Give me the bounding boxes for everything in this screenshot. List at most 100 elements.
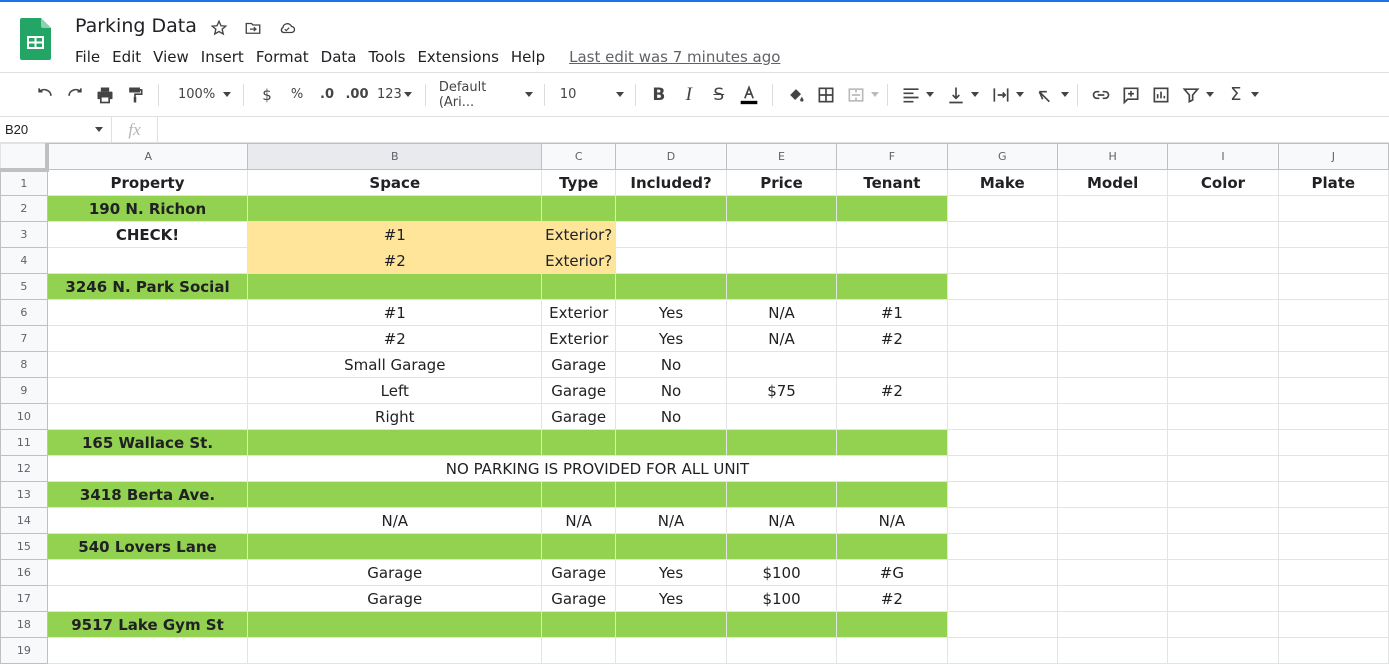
cell-property[interactable] — [46, 325, 249, 352]
cell-property[interactable]: 9517 Lake Gym St — [46, 611, 249, 638]
row-header[interactable]: 16 — [0, 559, 48, 586]
sheets-logo[interactable] — [20, 18, 51, 60]
insert-comment-icon[interactable] — [1117, 81, 1145, 109]
cell-tenant[interactable] — [836, 429, 948, 456]
cell-included[interactable]: No — [615, 377, 727, 404]
menu-format[interactable]: Format — [250, 48, 315, 66]
cloud-status-icon[interactable] — [276, 17, 298, 39]
row-header[interactable]: 12 — [0, 455, 48, 482]
row-header[interactable]: 5 — [0, 273, 48, 300]
column-header-e[interactable]: E — [725, 143, 838, 170]
cell-type[interactable]: Garage — [541, 585, 617, 612]
cell[interactable] — [1277, 221, 1389, 248]
cell-property[interactable]: CHECK! — [46, 221, 249, 248]
insert-link-icon[interactable] — [1087, 81, 1115, 109]
text-wrapping-icon[interactable] — [987, 81, 1015, 109]
borders-icon[interactable] — [812, 81, 840, 109]
header-cell[interactable]: Make — [946, 169, 1058, 196]
cell-space[interactable]: Left — [247, 377, 543, 404]
fill-color-icon[interactable] — [782, 81, 810, 109]
cell[interactable] — [946, 221, 1058, 248]
column-header-j[interactable]: J — [1277, 143, 1389, 170]
cell-space[interactable]: #2 — [247, 247, 543, 274]
cell[interactable] — [1277, 585, 1389, 612]
cell-space[interactable] — [247, 533, 543, 560]
cell[interactable] — [1056, 559, 1169, 586]
column-header-c[interactable]: C — [541, 143, 617, 170]
vertical-align-icon[interactable] — [942, 81, 970, 109]
cell[interactable] — [1056, 221, 1169, 248]
cell-tenant[interactable]: N/A — [836, 507, 948, 534]
cell[interactable] — [1167, 585, 1279, 612]
row-header[interactable]: 19 — [0, 637, 48, 664]
row-header[interactable]: 3 — [0, 221, 48, 248]
cell[interactable] — [1167, 377, 1279, 404]
cell-property[interactable]: 3246 N. Park Social — [46, 273, 249, 300]
cell-included[interactable]: Yes — [615, 299, 727, 326]
header-cell[interactable]: Plate — [1277, 169, 1389, 196]
cell-space[interactable]: #2 — [247, 325, 543, 352]
header-cell[interactable]: Space — [247, 169, 543, 196]
cell[interactable] — [1167, 455, 1279, 482]
cell-property[interactable] — [46, 507, 249, 534]
cell-space[interactable] — [247, 195, 543, 222]
select-all-corner[interactable] — [0, 143, 50, 172]
cell-space[interactable]: #1 — [247, 221, 543, 248]
row-header[interactable]: 17 — [0, 585, 48, 612]
move-to-folder-icon[interactable] — [242, 17, 264, 39]
cell-tenant[interactable] — [836, 351, 948, 378]
cell-property[interactable] — [46, 247, 249, 274]
cell-property[interactable] — [46, 403, 249, 430]
chevron-down-icon[interactable] — [1205, 92, 1214, 97]
cell[interactable] — [1167, 325, 1279, 352]
menu-insert[interactable]: Insert — [195, 48, 250, 66]
menu-data[interactable]: Data — [315, 48, 363, 66]
row-header[interactable]: 13 — [0, 481, 48, 508]
cell[interactable] — [1277, 611, 1389, 638]
cell-tenant[interactable] — [836, 221, 948, 248]
cell[interactable] — [1277, 377, 1389, 404]
cell-included[interactable] — [615, 611, 727, 638]
text-color-icon[interactable] — [735, 81, 763, 109]
cell[interactable] — [1277, 247, 1389, 274]
formula-input[interactable] — [158, 117, 1389, 142]
cell[interactable] — [46, 455, 249, 482]
cell[interactable] — [1277, 637, 1389, 664]
cell-price[interactable]: $100 — [725, 559, 838, 586]
cell[interactable] — [946, 637, 1058, 664]
cell[interactable] — [1167, 195, 1279, 222]
star-icon[interactable] — [208, 17, 230, 39]
cell[interactable] — [1277, 559, 1389, 586]
cell-included[interactable] — [615, 195, 727, 222]
cell-space[interactable] — [247, 429, 543, 456]
more-formats-select[interactable]: 123 — [373, 81, 416, 109]
cell[interactable] — [946, 429, 1058, 456]
chevron-down-icon[interactable] — [925, 92, 934, 97]
cell[interactable] — [946, 559, 1058, 586]
decrease-decimal-button[interactable]: .0 — [313, 81, 341, 109]
cell-tenant[interactable] — [836, 637, 948, 664]
cell-type[interactable]: Exterior? — [541, 247, 617, 274]
cell[interactable] — [1056, 325, 1169, 352]
cell-space[interactable]: Garage — [247, 585, 543, 612]
chevron-down-icon[interactable] — [970, 92, 979, 97]
chevron-down-icon[interactable] — [1060, 92, 1069, 97]
cell-price[interactable] — [725, 221, 838, 248]
strikethrough-icon[interactable]: S — [705, 81, 733, 109]
cell[interactable] — [1277, 481, 1389, 508]
cell[interactable] — [1167, 533, 1279, 560]
cell[interactable] — [946, 611, 1058, 638]
last-edit-link[interactable]: Last edit was 7 minutes ago — [569, 48, 780, 66]
cell[interactable] — [1056, 585, 1169, 612]
cell[interactable] — [1056, 533, 1169, 560]
cell-type[interactable] — [541, 637, 617, 664]
cell-space[interactable] — [247, 481, 543, 508]
cell[interactable] — [1056, 455, 1169, 482]
cell-included[interactable]: No — [615, 351, 727, 378]
cell[interactable] — [1277, 273, 1389, 300]
font-family-select[interactable]: Default (Ari... — [435, 80, 535, 110]
cell[interactable] — [1167, 429, 1279, 456]
cell-type[interactable] — [541, 195, 617, 222]
chevron-down-icon[interactable] — [870, 92, 879, 97]
cell-property[interactable] — [46, 585, 249, 612]
